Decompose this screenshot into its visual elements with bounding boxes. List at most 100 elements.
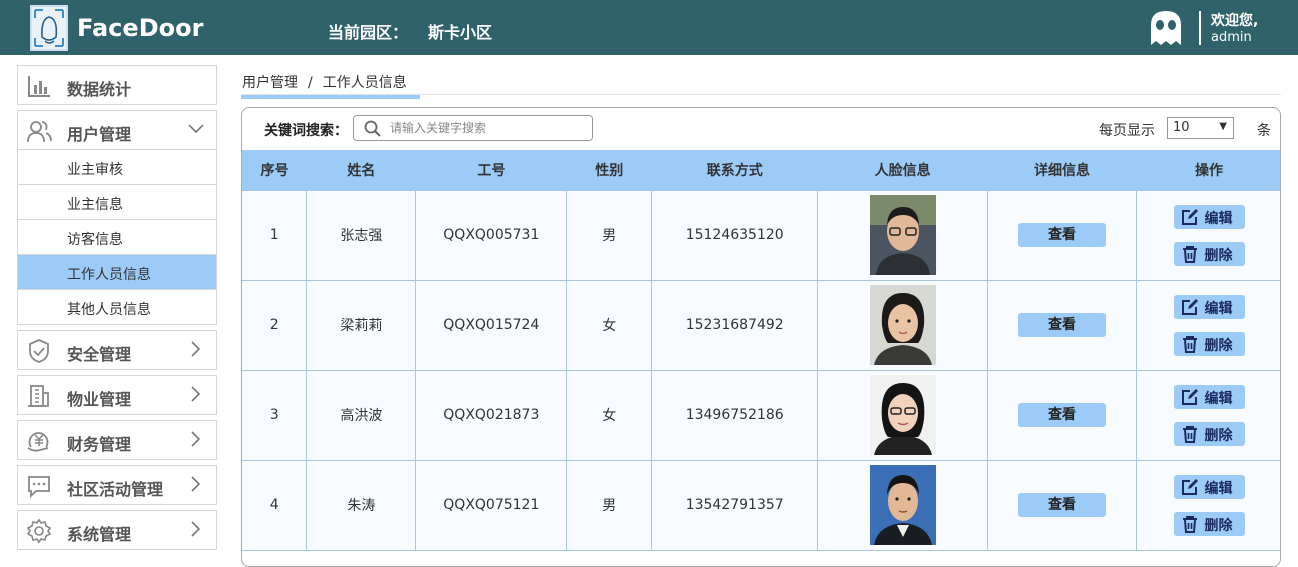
cell-phone: 13542791357 (651, 459, 819, 551)
welcome-text: 欢迎您, (1211, 13, 1259, 29)
sidebar-subitem-other-info[interactable]: 其他人员信息 (17, 290, 217, 325)
sidebar-item-finance[interactable]: 财务管理 (17, 420, 217, 460)
cell-no: 3 (242, 369, 308, 461)
cell-gender: 男 (566, 459, 653, 551)
cell-actions: 编辑 删除 (1136, 459, 1280, 551)
edit-label: 编辑 (1204, 390, 1233, 407)
chat-icon (28, 476, 50, 499)
sidebar-item-system[interactable]: 系统管理 (17, 510, 217, 550)
view-button[interactable]: 查看 (1018, 493, 1107, 517)
delete-label: 删除 (1204, 337, 1233, 354)
breadcrumb-underline (241, 95, 420, 99)
cell-no: 4 (242, 459, 308, 551)
search-box[interactable] (353, 115, 593, 141)
gear-icon (26, 518, 52, 544)
face-photo (869, 465, 936, 545)
header-divider (1199, 11, 1201, 45)
delete-button[interactable]: 删除 (1173, 331, 1245, 356)
user-avatar-icon[interactable] (1146, 9, 1186, 47)
delete-button[interactable]: 删除 (1173, 241, 1245, 266)
cell-phone: 13496752186 (651, 369, 819, 461)
edit-icon (1181, 298, 1198, 315)
cell-id: QQXQ075121 (415, 459, 568, 551)
current-park-label: 当前园区： (328, 23, 409, 42)
sidebar-subitem-owner-info[interactable]: 业主信息 (17, 185, 217, 220)
cell-detail: 查看 (987, 459, 1138, 551)
view-button[interactable]: 查看 (1018, 403, 1107, 427)
edit-button[interactable]: 编辑 (1173, 204, 1245, 229)
search-icon (364, 120, 381, 137)
building-icon (28, 385, 49, 407)
cell-detail: 查看 (987, 189, 1138, 281)
cell-id: QQXQ005731 (415, 189, 568, 281)
cell-name: 梁莉莉 (306, 279, 417, 371)
username[interactable]: admin (1211, 30, 1252, 45)
sidebar-subitem-staff-info[interactable]: 工作人员信息 (17, 255, 217, 290)
sidebar-subitem-label: 业主信息 (67, 197, 123, 213)
cell-face (817, 369, 989, 461)
cell-name: 高洪波 (306, 369, 417, 461)
edit-icon (1181, 208, 1198, 225)
column-header: 操作 (1136, 150, 1280, 190)
sidebar-item-security[interactable]: 安全管理 (17, 330, 217, 370)
sidebar-subitem-label: 工作人员信息 (67, 267, 151, 283)
cell-detail: 查看 (987, 279, 1138, 371)
table-row: 1 张志强 QQXQ005731 男 15124635120 查看 编辑 删除 (242, 189, 1280, 281)
page-size-select[interactable]: 10 ▼ (1167, 117, 1234, 139)
delete-button[interactable]: 删除 (1173, 511, 1245, 536)
facedoor-logo-icon (30, 5, 68, 51)
cell-face (817, 279, 989, 371)
cell-actions: 编辑 删除 (1136, 279, 1280, 371)
edit-label: 编辑 (1204, 300, 1233, 317)
trash-icon (1182, 245, 1197, 263)
chevron-right-icon (191, 476, 201, 492)
cell-id: QQXQ015724 (415, 279, 568, 371)
sidebar-item-label: 物业管理 (67, 390, 132, 409)
sidebar-subitem-owner-review[interactable]: 业主审核 (17, 150, 217, 185)
edit-label: 编辑 (1204, 480, 1233, 497)
sidebar-item-user-management[interactable]: 用户管理 (17, 110, 217, 150)
money-icon (27, 432, 49, 452)
brand-title: FaceDoor (77, 14, 204, 42)
cell-face (817, 189, 989, 281)
sidebar-item-label: 财务管理 (67, 435, 132, 454)
bar-chart-icon (28, 76, 50, 97)
page-size-value: 10 (1173, 120, 1190, 135)
face-photo (869, 375, 936, 455)
sidebar-item-property[interactable]: 物业管理 (17, 375, 217, 415)
sidebar-item-community-activity[interactable]: 社区活动管理 (17, 465, 217, 505)
chevron-right-icon (191, 341, 201, 357)
breadcrumb-current: 工作人员信息 (322, 75, 407, 91)
chevron-down-icon (188, 124, 204, 134)
cell-no: 2 (242, 279, 308, 371)
view-button[interactable]: 查看 (1018, 223, 1107, 247)
view-button[interactable]: 查看 (1018, 313, 1107, 337)
face-photo (869, 195, 936, 275)
table-row: 3 高洪波 QQXQ021873 女 13496752186 查看 编辑 删除 (242, 369, 1280, 461)
cell-actions: 编辑 删除 (1136, 189, 1280, 281)
breadcrumb: 用户管理 / 工作人员信息 (242, 72, 407, 92)
delete-button[interactable]: 删除 (1173, 421, 1245, 446)
edit-label: 编辑 (1204, 210, 1233, 227)
sidebar-subitem-label: 访客信息 (67, 232, 123, 248)
content-panel: 关键词搜索： 每页显示 10 ▼ 条 序号 姓名 工号 性别 联系方式 人脸信息… (241, 107, 1281, 567)
column-header: 人脸信息 (817, 150, 988, 190)
breadcrumb-parent[interactable]: 用户管理 (242, 75, 298, 91)
sidebar-item-label: 数据统计 (67, 80, 132, 99)
column-header: 性别 (566, 150, 652, 190)
trash-icon (1182, 335, 1197, 353)
table-row: 2 梁莉莉 QQXQ015724 女 15231687492 查看 编辑 删除 (242, 279, 1280, 371)
edit-button[interactable]: 编辑 (1173, 384, 1245, 409)
staff-table: 序号 姓名 工号 性别 联系方式 人脸信息 详细信息 操作 1 张志强 QQXQ… (242, 150, 1280, 551)
search-label: 关键词搜索： (264, 123, 348, 139)
sidebar-item-data-stats[interactable]: 数据统计 (17, 65, 217, 105)
sidebar-item-label: 社区活动管理 (67, 480, 164, 499)
top-bar: FaceDoor 当前园区： 斯卡小区 欢迎您, admin (0, 0, 1298, 55)
search-input[interactable] (390, 119, 586, 137)
current-park-name[interactable]: 斯卡小区 (428, 19, 492, 43)
edit-button[interactable]: 编辑 (1173, 294, 1245, 319)
cell-gender: 男 (566, 189, 653, 281)
table-row: 4 朱涛 QQXQ075121 男 13542791357 查看 编辑 删除 (242, 459, 1280, 551)
edit-button[interactable]: 编辑 (1173, 474, 1245, 499)
sidebar-subitem-visitor-info[interactable]: 访客信息 (17, 220, 217, 255)
